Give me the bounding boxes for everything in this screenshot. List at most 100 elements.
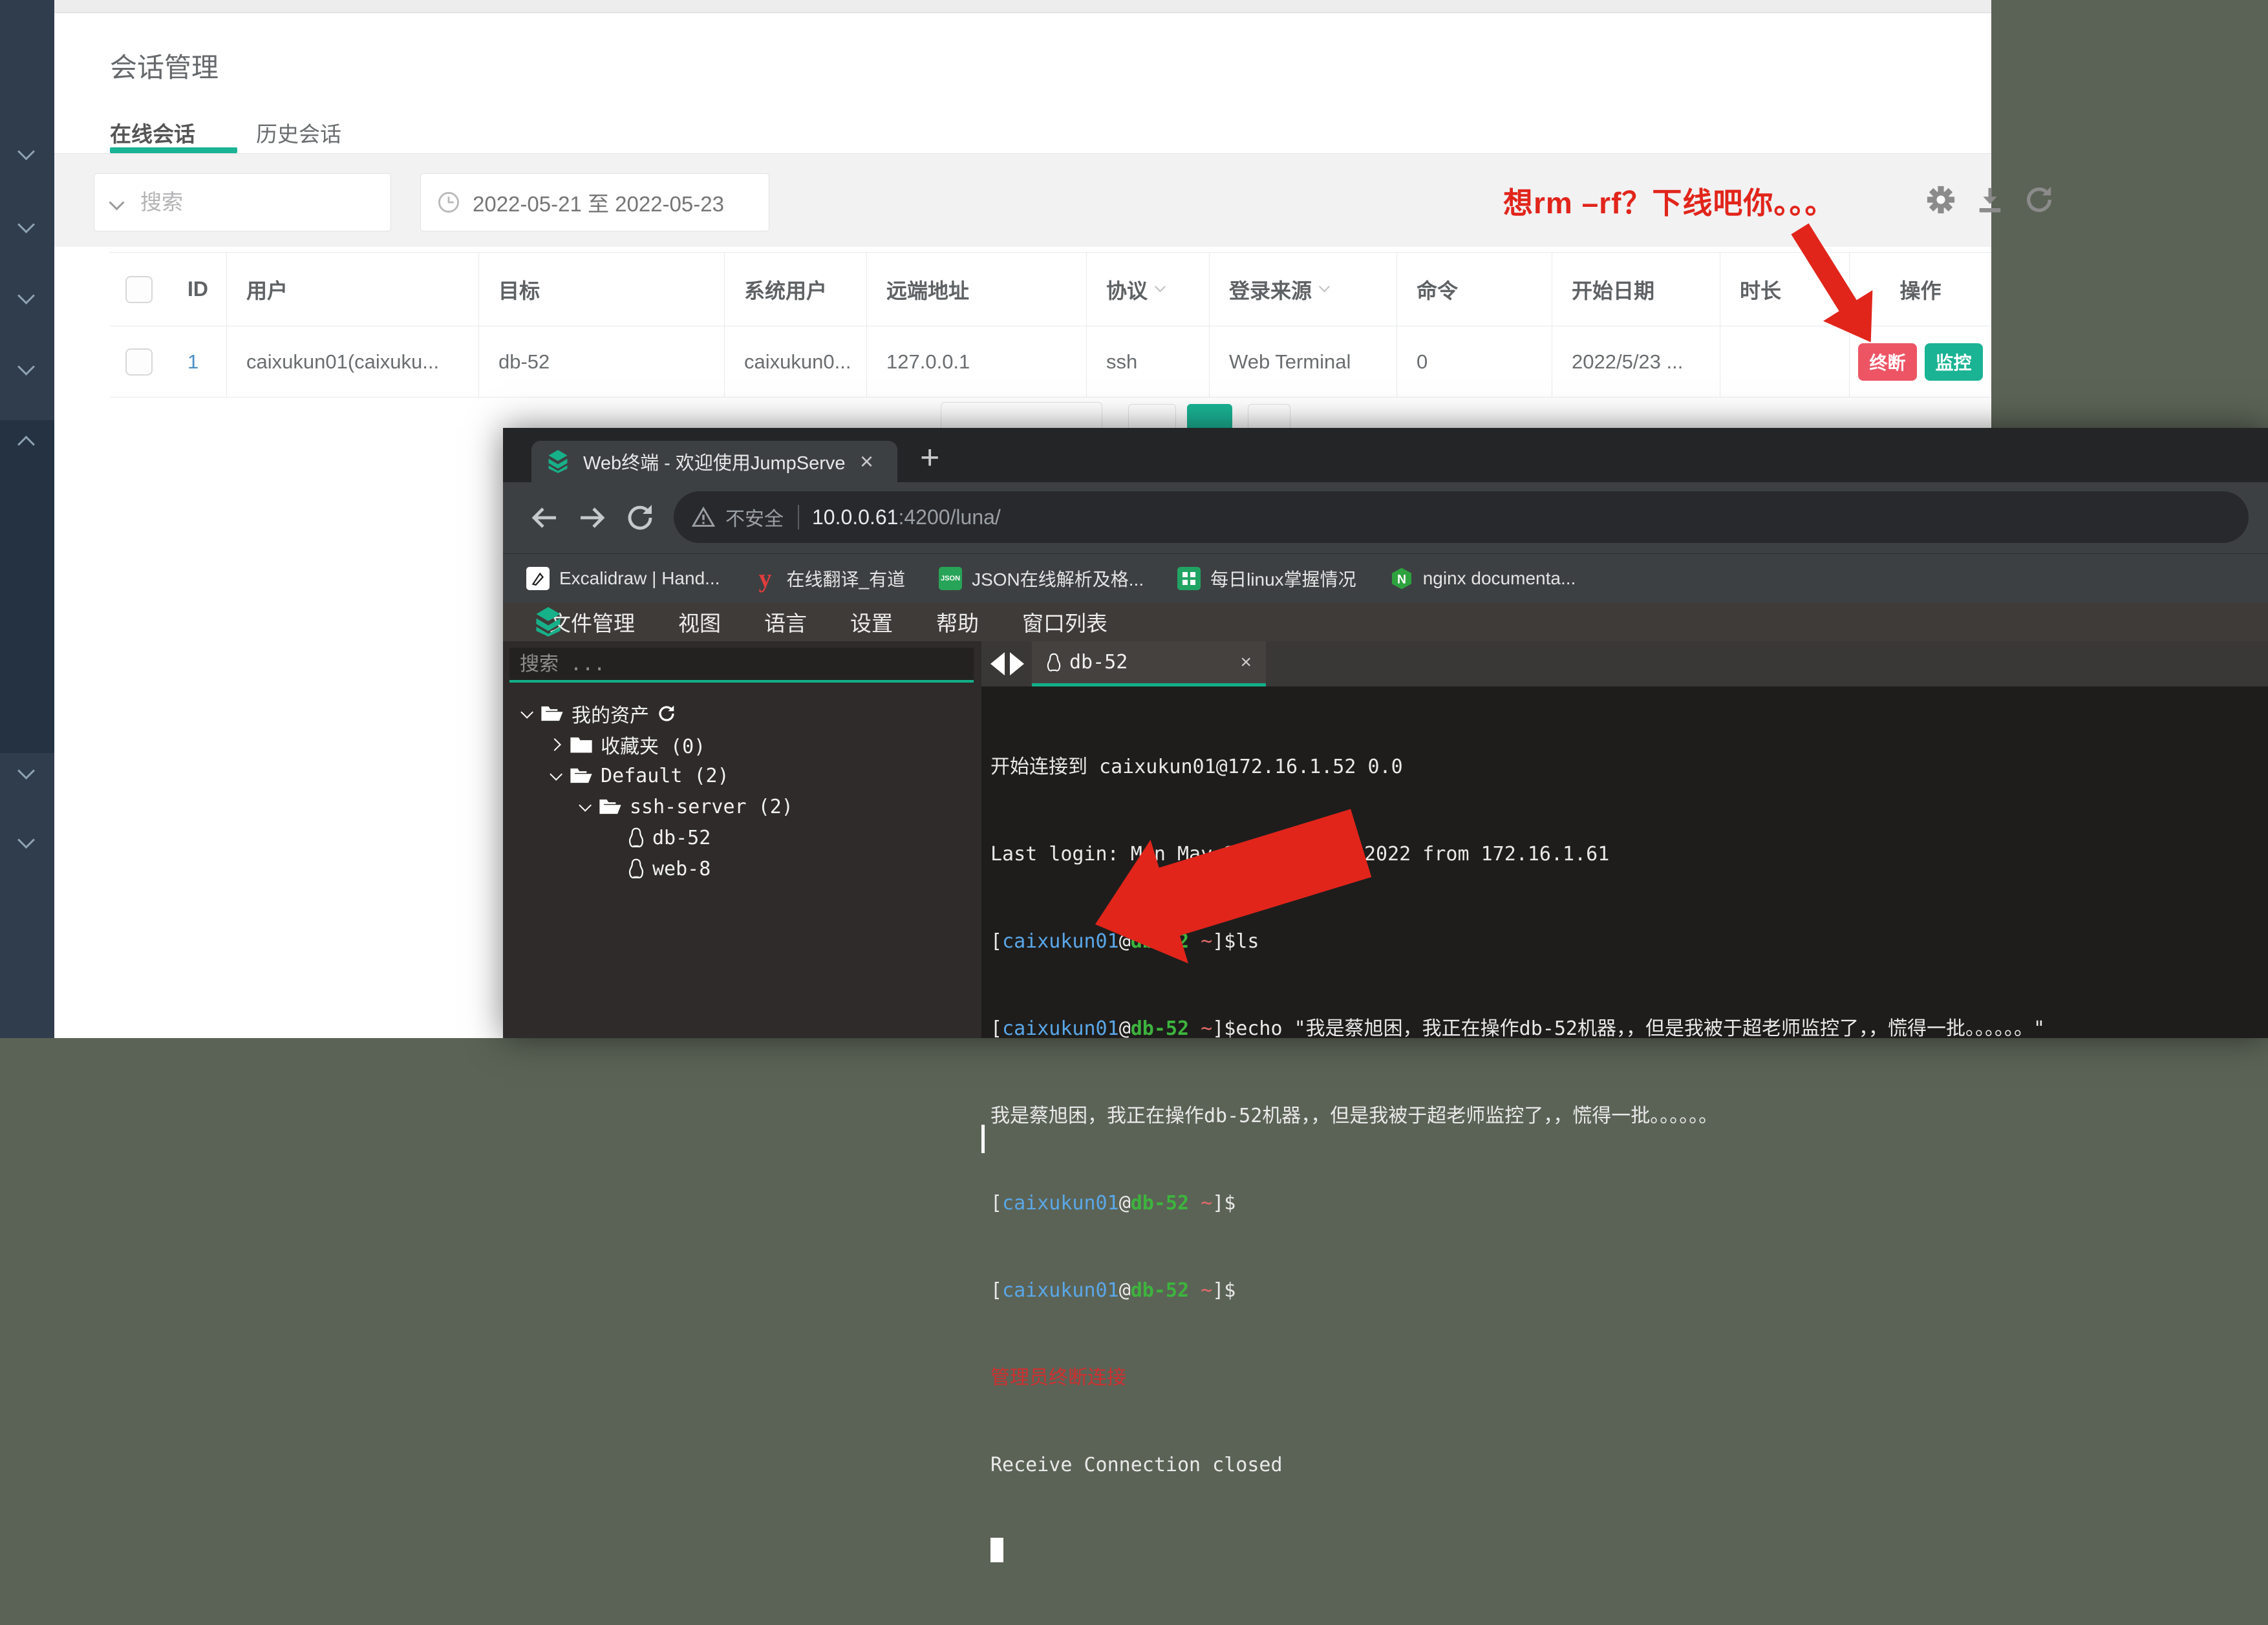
table-row: 1 caixukun01(caixuku... db-52 caixukun0.… [110, 326, 1991, 398]
header-date-start: 开始日期 [1552, 253, 1720, 326]
youdao-favicon-icon: y [754, 567, 777, 590]
terminal-tab-close-icon[interactable]: × [1240, 652, 1252, 674]
back-icon[interactable] [529, 502, 560, 533]
bookmark-excalidraw[interactable]: Excalidraw | Hand... [526, 567, 720, 590]
sidebar-collapse-chevron-icon[interactable] [17, 831, 35, 849]
refresh-icon[interactable] [2024, 185, 2054, 215]
menu-view[interactable]: 视图 [678, 606, 721, 637]
sidebar-collapse-chevron-icon[interactable] [17, 287, 35, 304]
terminal-pane: db-52 × 开始连接到 caixukun01@172.16.1.52 0.0… [981, 641, 2268, 1038]
pane-resize-handle[interactable] [981, 1125, 985, 1153]
filter-chevron-icon[interactable] [1319, 281, 1330, 292]
menu-help[interactable]: 帮助 [936, 606, 979, 637]
new-tab-icon[interactable]: + [920, 438, 939, 477]
shell-prompt: [caixukun01@db-52 ~]$ [990, 1017, 1236, 1040]
terminal-line: Last login: Mon May 23 23:33:41 2022 fro… [990, 840, 2268, 869]
tab-history-sessions[interactable]: 历史会话 [256, 117, 341, 148]
tree-node-default[interactable]: Default (2) [503, 760, 981, 791]
terminal-cursor [990, 1538, 1003, 1562]
date-range-value: 2022-05-21 至 2022-05-23 [473, 187, 724, 218]
header-remote-addr: 远端地址 [866, 253, 1086, 326]
tree-node-my-assets[interactable]: 我的资产 [503, 698, 981, 729]
filter-chevron-icon[interactable] [1155, 281, 1166, 292]
date-range-picker[interactable]: 2022-05-21 至 2022-05-23 [420, 173, 769, 231]
monitor-button[interactable]: 监控 [1925, 343, 1983, 381]
row-duration-cell [1720, 326, 1849, 397]
sidebar-collapse-chevron-icon[interactable] [17, 216, 35, 233]
linux-penguin-icon [628, 827, 645, 848]
tree-node-ssh-server[interactable]: ssh-server (2) [503, 791, 981, 822]
page-header: 会话管理 在线会话 历史会话 [54, 14, 1991, 154]
search-input[interactable] [140, 190, 354, 215]
header-command: 命令 [1396, 253, 1552, 326]
menu-settings[interactable]: 设置 [850, 606, 893, 637]
chevron-down-icon[interactable] [520, 706, 533, 719]
reload-icon[interactable] [625, 502, 656, 533]
terminal-line: [caixukun01@db-52 ~]$ls [990, 927, 2268, 956]
tree-node-db-52[interactable]: db-52 [503, 822, 981, 853]
browser-tab-title: Web终端 - 欢迎使用JumpServe [583, 448, 855, 475]
asset-search-box[interactable] [509, 648, 974, 683]
row-checkbox[interactable] [125, 348, 153, 376]
gear-icon[interactable] [1926, 185, 1956, 215]
app-sidebar [0, 0, 54, 1038]
linux-penguin-icon [628, 858, 645, 879]
address-bar[interactable]: 不安全 10.0.0.61 :4200/luna/ [674, 491, 2249, 543]
sidebar-collapse-chevron-icon[interactable] [17, 143, 35, 160]
chevron-down-icon[interactable] [550, 768, 562, 781]
url-divider [798, 505, 799, 529]
header-protocol[interactable]: 协议 [1086, 253, 1209, 326]
row-command-cell: 0 [1396, 326, 1552, 397]
terminal-line: [caixukun01@db-52 ~]$echo "我是蔡旭困，我正在操作db… [990, 1014, 2268, 1043]
table-search-box[interactable] [94, 173, 391, 231]
session-id-link[interactable]: 1 [187, 350, 198, 374]
menu-language[interactable]: 语言 [764, 606, 807, 637]
row-user-cell: caixukun01(caixuku... [226, 326, 478, 397]
chevron-down-icon [109, 195, 124, 210]
header-login-from[interactable]: 登录来源 [1209, 253, 1396, 326]
terminal-cursor-line [990, 1538, 2268, 1567]
chevron-right-icon[interactable] [548, 738, 561, 751]
terminal-tab-db-52[interactable]: db-52 × [1032, 641, 1266, 686]
terminal-line: [caixukun01@db-52 ~]$ [990, 1276, 2268, 1305]
terminal-line: [caixukun01@db-52 ~]$ [990, 1189, 2268, 1218]
row-target-cell: db-52 [478, 326, 724, 397]
terminal-output[interactable]: 开始连接到 caixukun01@172.16.1.52 0.0 Last lo… [981, 686, 2268, 1038]
download-icon[interactable] [1975, 185, 2005, 215]
sidebar-collapse-chevron-icon[interactable] [17, 762, 35, 780]
annotation-text: 想rm –rf？下线吧你。。。 [1503, 180, 1835, 222]
bookmark-youdao[interactable]: y 在线翻译_有道 [754, 566, 906, 591]
jumpserver-logo-icon [533, 606, 564, 637]
tab-scroll-arrows[interactable] [990, 652, 1024, 675]
bookmark-json-parser[interactable]: JSON JSON在线解析及格... [939, 566, 1144, 591]
chevron-down-icon[interactable] [579, 799, 592, 812]
scroll-left-icon[interactable] [990, 652, 1005, 675]
jumpserver-logo-icon [547, 449, 569, 474]
row-select-cell [110, 326, 168, 397]
nginx-favicon-icon: N [1390, 567, 1413, 590]
asset-tree-panel: 我的资产 收藏夹 (0) Default (2) ssh-server (2) [503, 641, 981, 1038]
table-header-row: ID 用户 目标 系统用户 远端地址 协议 登录来源 命令 开始日期 时长 操作 [110, 252, 1991, 326]
terminal-line: Receive Connection closed [990, 1450, 2268, 1480]
tree-refresh-icon[interactable] [657, 704, 676, 723]
tab-close-icon[interactable]: × [860, 450, 873, 473]
sidebar-collapse-chevron-icon[interactable] [17, 358, 35, 376]
scroll-right-icon[interactable] [1010, 652, 1024, 675]
tree-node-web-8[interactable]: web-8 [503, 853, 981, 884]
top-strip [54, 0, 1991, 13]
select-all-checkbox[interactable] [125, 276, 153, 303]
forward-icon[interactable] [577, 502, 608, 533]
bookmark-linux-daily[interactable]: 每日linux掌握情况 [1177, 566, 1356, 591]
tab-online-sessions[interactable]: 在线会话 [110, 117, 195, 148]
browser-tab[interactable]: Web终端 - 欢迎使用JumpServe × [531, 441, 897, 482]
tree-node-favorites[interactable]: 收藏夹 (0) [503, 729, 981, 760]
bookmark-nginx-docs[interactable]: N nginx documenta... [1390, 567, 1576, 590]
menu-window-list[interactable]: 窗口列表 [1022, 606, 1107, 637]
svg-text:N: N [1397, 572, 1406, 586]
terminal-tab-bar: db-52 × [981, 641, 2268, 686]
header-target: 目标 [478, 253, 724, 326]
asset-search-input[interactable] [509, 653, 949, 675]
folder-open-icon [599, 797, 622, 816]
terminate-button[interactable]: 终断 [1858, 343, 1916, 381]
linux-daily-favicon-icon [1177, 567, 1201, 590]
